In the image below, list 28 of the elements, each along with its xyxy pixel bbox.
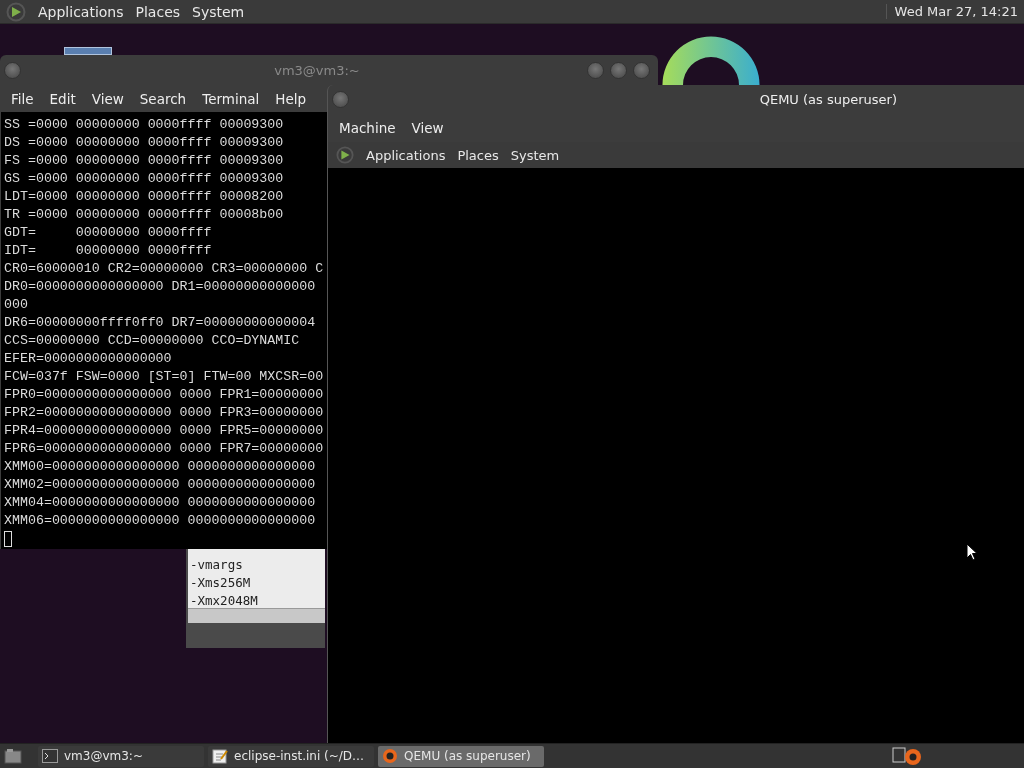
terminal-line: SS =0000 00000000 0000ffff 00009300 [4,116,284,134]
terminal-line: GS =0000 00000000 0000ffff 00009300 [4,170,284,188]
terminal-line: IDT= 00000000 0000ffff [4,242,212,260]
editor-line: -vmargs [190,556,244,574]
editor-line: -Xmx2048M [190,592,259,610]
terminal-line: EFER=0000000000000000 [4,350,172,368]
terminal-line: DR6=00000000ffff0ff0 DR7=00000000000004 [4,314,316,332]
terminal-line: FPR4=0000000000000000 0000 FPR5=00000000 [4,422,324,440]
terminal-line: CR0=60000010 CR2=00000000 CR3=00000000 C [4,260,324,278]
terminal-line: XMM06=0000000000000000 0000000000000000 [4,512,316,530]
window-title: vm3@vm3:~ [273,62,361,78]
editor-line: -Xms256M [190,574,252,592]
terminal-line: XMM04=0000000000000000 0000000000000000 [4,494,316,512]
terminal-line: GDT= 00000000 0000ffff [4,224,212,242]
terminal-line: CCS=00000000 CCD=00000000 CCO=DYNAMIC [4,332,300,350]
terminal-line: FPR2=0000000000000000 0000 FPR3=00000000 [4,404,324,422]
terminal-line: FCW=037f FSW=0000 [ST=0] FTW=00 MXCSR=00 [4,368,324,386]
window-title: QEMU (as superuser) [758,91,898,107]
terminal-line: 000 [4,296,28,314]
terminal-line: FPR6=0000000000000000 0000 FPR7=00000000 [4,440,324,458]
terminal-line: XMM02=0000000000000000 0000000000000000 [4,476,316,494]
terminal-line: DR0=0000000000000000 DR1=00000000000000 [4,278,316,296]
terminal-line: TR =0000 00000000 0000ffff 00008b00 [4,206,284,224]
terminal-line: FS =0000 00000000 0000ffff 00009300 [4,152,284,170]
terminal-line: XMM00=0000000000000000 0000000000000000 [4,458,316,476]
terminal-line: LDT=0000 00000000 0000ffff 00008200 [4,188,284,206]
terminal-line: DS =0000 00000000 0000ffff 00009300 [4,134,284,152]
terminal-line: FPR0=0000000000000000 0000 FPR1=00000000 [4,386,324,404]
